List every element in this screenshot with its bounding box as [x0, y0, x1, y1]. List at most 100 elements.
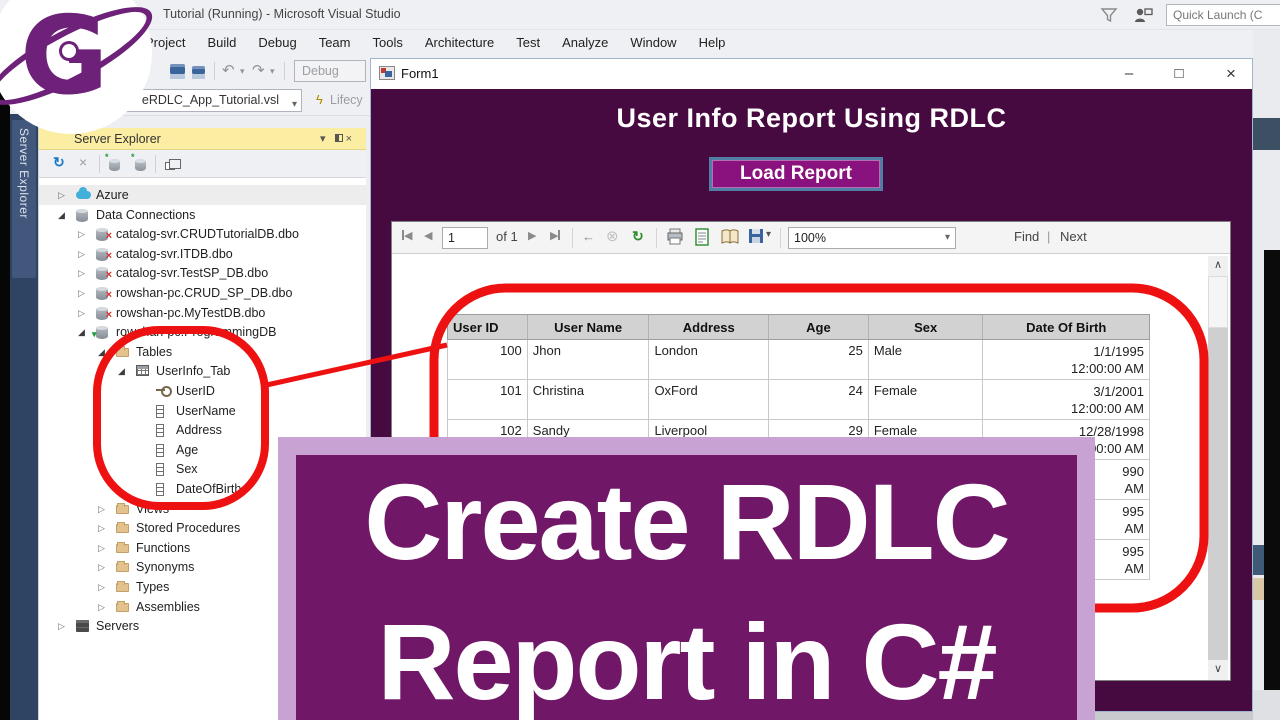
banner-line2: Report in C# [377, 601, 997, 720]
menu-tools[interactable]: Tools [362, 30, 414, 56]
first-page-icon[interactable]: ◀ [402, 229, 412, 242]
minimize-button[interactable]: – [1107, 63, 1151, 85]
tree-item-label: UserName [176, 403, 236, 418]
tree-item-userinfo-tab[interactable]: ◢ UserInfo_Tab [39, 361, 366, 381]
auto-hide-pin-icon[interactable] [334, 134, 343, 142]
cell: 101 [448, 380, 528, 419]
save-all-icon[interactable] [192, 66, 205, 79]
expand-arrow-icon[interactable]: ▷ [98, 597, 105, 617]
undo-dropdown-icon[interactable]: ▾ [240, 66, 245, 77]
back-to-parent-icon[interactable]: ← [582, 229, 595, 244]
vs-titlebar: Tutorial (Running) - Microsoft Visual St… [0, 0, 1280, 30]
page-setup-icon[interactable] [694, 228, 710, 246]
expand-arrow-icon[interactable]: ▷ [78, 303, 85, 323]
stop-rendering-icon[interactable]: ⊗ [606, 227, 619, 245]
tree-item-rowshan-pc-crud-sp-db-dbo[interactable]: ▷ rowshan-pc.CRUD_SP_DB.dbo [39, 283, 366, 305]
print-layout-icon[interactable] [720, 228, 740, 246]
filter-icon[interactable] [1100, 6, 1118, 24]
close-panel-icon[interactable]: × [346, 133, 358, 145]
tree-item-data-connections[interactable]: ◢ Data Connections [39, 205, 366, 225]
expand-arrow-icon[interactable]: ▷ [58, 185, 65, 205]
tree-item-username[interactable]: UserName [39, 401, 366, 421]
collapse-arrow-icon[interactable]: ◢ [58, 205, 65, 225]
lifecycle-label[interactable]: Lifecy [330, 93, 363, 107]
menu-architecture[interactable]: Architecture [414, 30, 505, 56]
tree-item-catalog-svr-crudtutorialdb-dbo[interactable]: ▷ catalog-svr.CRUDTutorialDB.dbo [39, 224, 366, 246]
server-explorer-vertical-tab[interactable]: Server Explorer [10, 114, 38, 720]
print-icon[interactable] [666, 228, 684, 246]
export-icon[interactable] [748, 228, 764, 244]
menu-build[interactable]: Build [196, 30, 247, 56]
tree-item-rowshan-pc-mytestdb-dbo[interactable]: ▷ rowshan-pc.MyTestDB.dbo [39, 303, 366, 325]
form1-titlebar[interactable]: Form1 – □ × [371, 59, 1252, 89]
connect-to-server-icon[interactable] [135, 159, 146, 171]
tree-item-azure[interactable]: ▷ Azure [39, 185, 366, 205]
cell: OxFord [649, 380, 770, 419]
scroll-down-icon[interactable]: ∨ [1208, 660, 1228, 680]
next-button[interactable]: Next [1060, 229, 1087, 244]
expand-arrow-icon[interactable]: ▷ [78, 224, 85, 244]
redo-dropdown-icon[interactable]: ▾ [270, 66, 275, 77]
combo-dropdown-icon: ▾ [291, 99, 297, 110]
db-error-icon [96, 265, 112, 285]
report-scrollbar[interactable]: ∧ ∨ [1208, 256, 1228, 680]
tree-item-userid[interactable]: UserID [39, 381, 366, 401]
close-button[interactable]: × [1209, 63, 1253, 85]
collapse-arrow-icon[interactable]: ◢ [118, 361, 125, 381]
feedback-icon[interactable] [1133, 6, 1153, 24]
menu-debug[interactable]: Debug [247, 30, 307, 56]
scroll-up-icon[interactable]: ∧ [1208, 256, 1228, 276]
refresh-icon[interactable]: ↻ [53, 154, 65, 171]
column-icon [156, 483, 164, 496]
load-report-button[interactable]: Load Report [709, 157, 883, 191]
collapse-arrow-icon[interactable]: ◢ [78, 322, 85, 342]
export-dropdown-icon[interactable]: ▾ [766, 229, 771, 240]
find-button[interactable]: Find [1014, 229, 1039, 244]
expand-arrow-icon[interactable]: ▷ [98, 557, 105, 577]
quick-launch-input[interactable]: Quick Launch (C [1166, 4, 1280, 26]
tree-item-tables[interactable]: ◢ Tables [39, 342, 366, 362]
tree-item-catalog-svr-testsp-db-dbo[interactable]: ▷ catalog-svr.TestSP_DB.dbo [39, 263, 366, 285]
menu-help[interactable]: Help [688, 30, 737, 56]
expand-arrow-icon[interactable]: ▷ [98, 577, 105, 597]
scrollbar-thumb[interactable] [1208, 276, 1228, 328]
previous-page-icon[interactable]: ◀ [424, 229, 432, 242]
refresh-report-icon[interactable]: ↻ [632, 228, 644, 245]
redo-icon[interactable]: ↷ [252, 61, 265, 79]
current-page-input[interactable]: 1 [442, 227, 488, 249]
lifecycle-icon[interactable]: ϟ [316, 92, 323, 107]
window-position-dropdown-icon[interactable]: ▾ [320, 133, 332, 145]
undo-icon[interactable]: ↶ [222, 61, 235, 79]
connect-to-database-icon[interactable] [109, 159, 120, 171]
expand-arrow-icon[interactable]: ▷ [98, 538, 105, 558]
folder-icon [116, 561, 129, 573]
menu-team[interactable]: Team [308, 30, 362, 56]
expand-arrow-icon[interactable]: ▷ [98, 518, 105, 538]
expand-arrow-icon[interactable]: ▷ [98, 499, 105, 519]
tree-item-catalog-svr-itdb-dbo[interactable]: ▷ catalog-svr.ITDB.dbo [39, 244, 366, 266]
expand-arrow-icon[interactable]: ▷ [78, 244, 85, 264]
menu-test[interactable]: Test [505, 30, 551, 56]
last-page-icon[interactable]: ▶ [550, 229, 561, 242]
column-icon [156, 424, 164, 438]
expand-arrow-icon[interactable]: ▷ [58, 616, 65, 636]
tree-item-label: Azure [96, 188, 129, 202]
expand-arrow-icon[interactable]: ▷ [78, 263, 85, 283]
tree-item-rowshan-pc-programmingdb[interactable]: ◢ rowshan-pc.ProgrammingDB [39, 322, 366, 344]
expand-arrow-icon[interactable]: ▷ [78, 283, 85, 303]
collapse-arrow-icon[interactable]: ◢ [98, 342, 105, 362]
maximize-button[interactable]: □ [1157, 63, 1201, 85]
save-icon[interactable] [170, 64, 185, 79]
column-header-age: Age [769, 315, 869, 339]
zoom-combo[interactable]: 100% ▾ [788, 227, 956, 249]
view-diagram-icon[interactable] [165, 159, 181, 170]
debug-target-combo[interactable]: Debug [302, 64, 339, 78]
tree-item-label: Tables [136, 344, 173, 359]
stop-refresh-icon[interactable]: × [79, 154, 87, 170]
menu-window[interactable]: Window [619, 30, 687, 56]
column-icon [156, 404, 164, 418]
folder-icon [116, 522, 129, 534]
tree-item-label: Address [176, 423, 222, 438]
menu-analyze[interactable]: Analyze [551, 30, 619, 56]
next-page-icon[interactable]: ▶ [528, 229, 536, 242]
